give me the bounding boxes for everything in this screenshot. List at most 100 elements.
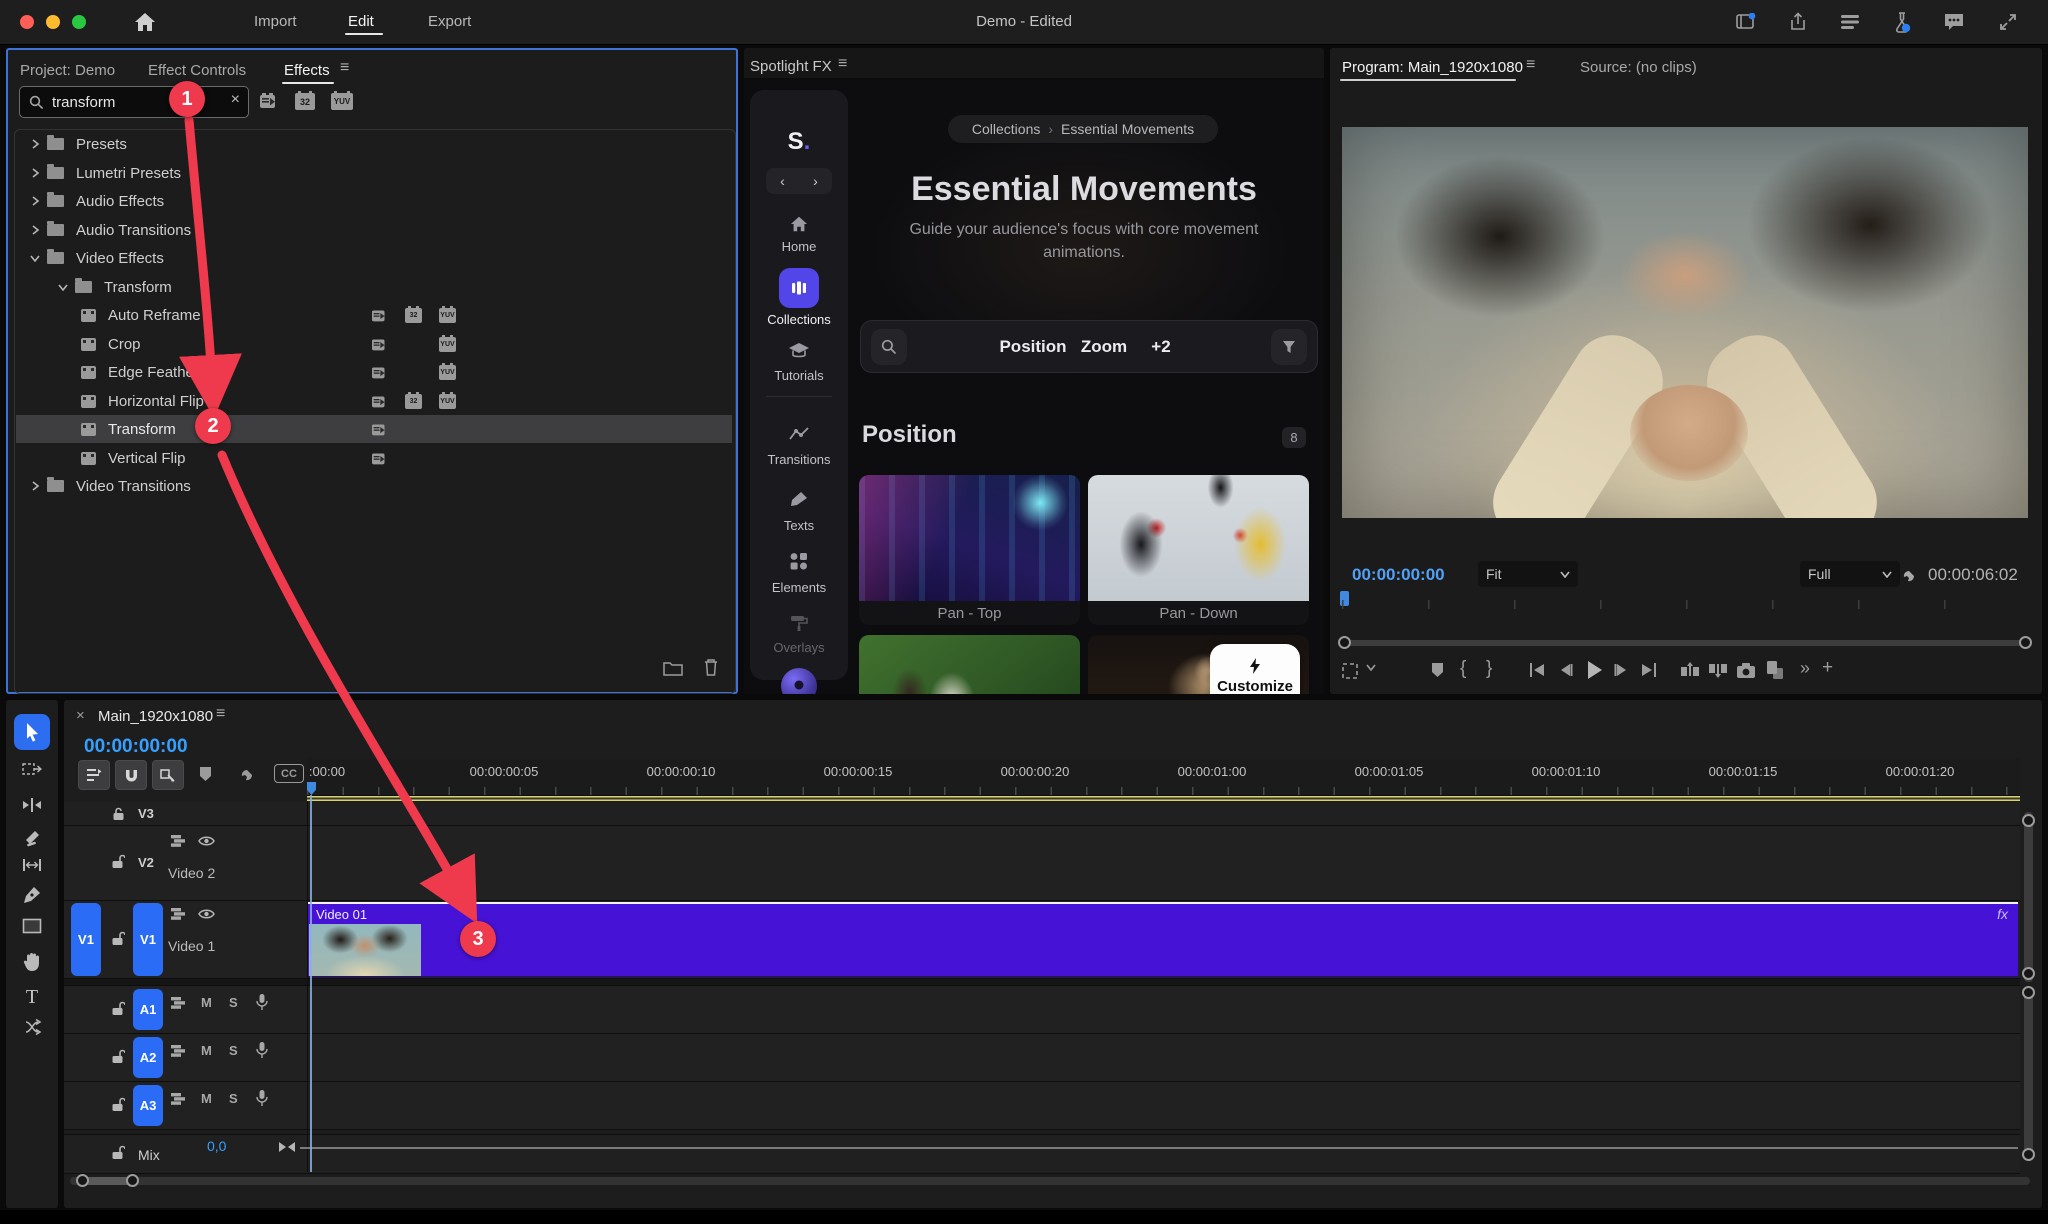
sidebar-item-home[interactable]: Home — [750, 239, 848, 254]
program-timecode-current[interactable]: 00:00:00:00 — [1352, 565, 1445, 585]
timeline-settings-wrench-icon[interactable] — [234, 762, 256, 784]
scrollbar-knob[interactable] — [1338, 636, 1351, 649]
tab-program[interactable]: Program: Main_1920x1080 — [1342, 59, 1523, 76]
chevron-right-icon[interactable] — [23, 481, 47, 491]
safe-margins-icon[interactable] — [1338, 660, 1362, 682]
chevron-down-icon[interactable] — [51, 283, 75, 292]
track-target-v1[interactable]: V1 — [133, 903, 163, 976]
slip-tool[interactable] — [6, 858, 58, 872]
chip-zoom[interactable]: Zoom — [1081, 337, 1127, 357]
overlays-icon[interactable] — [750, 614, 848, 632]
unlock-icon[interactable] — [110, 853, 126, 870]
nest-toggle-button[interactable] — [78, 760, 110, 790]
solo-button[interactable]: S — [229, 1043, 238, 1058]
unlock-icon[interactable] — [110, 930, 126, 947]
preset-card-pan-down[interactable]: Pan - Down — [1088, 475, 1309, 625]
new-bin-icon[interactable] — [663, 660, 683, 676]
customize-button[interactable]: Customize — [1210, 644, 1300, 694]
sync-lock-icon[interactable] — [169, 833, 187, 848]
scrollbar-knob[interactable] — [2022, 1148, 2035, 1161]
program-zoom-scrollbar[interactable] — [1344, 640, 2026, 646]
sequence-tab[interactable]: Main_1920x1080 — [98, 708, 213, 725]
fit-dropdown[interactable]: Fit — [1478, 561, 1578, 587]
tree-item-lumetri-presets[interactable]: Lumetri Presets — [23, 159, 725, 187]
track-target-a1[interactable]: A1 — [133, 989, 163, 1030]
video-v-scrollbar[interactable] — [2024, 812, 2033, 982]
home-icon[interactable] — [750, 215, 848, 233]
panel-menu-icon[interactable]: ≡ — [216, 705, 225, 723]
remix-tool[interactable] — [6, 1018, 58, 1036]
lock-icon[interactable] — [110, 806, 126, 822]
solo-button[interactable]: S — [229, 995, 238, 1010]
delete-icon[interactable] — [703, 658, 719, 676]
scrollbar-knob[interactable] — [2022, 814, 2035, 827]
track-select-forward-tool[interactable] — [6, 760, 58, 778]
track-row-a3[interactable] — [64, 1082, 2020, 1130]
clear-search-icon[interactable]: × — [231, 91, 240, 109]
nav-back-button[interactable]: ‹ — [766, 168, 800, 194]
track-label-mix[interactable]: Mix — [138, 1147, 160, 1163]
accelerated-effects-filter-icon[interactable] — [258, 91, 280, 111]
mix-gain-value[interactable]: 0,0 — [207, 1138, 226, 1154]
hand-tool[interactable] — [6, 952, 58, 972]
track-row-a1[interactable] — [64, 986, 2020, 1034]
track-name-video1[interactable]: Video 1 — [168, 938, 215, 954]
breadcrumb[interactable]: Collections › Essential Movements — [948, 115, 1218, 143]
sidebar-item-overlays[interactable]: Overlays — [750, 640, 848, 655]
tab-source[interactable]: Source: (no clips) — [1580, 59, 1697, 76]
nav-forward-button[interactable]: › — [799, 168, 832, 194]
preset-card-bottom-left[interactable] — [859, 635, 1080, 694]
chevron-down-icon[interactable] — [1366, 664, 1376, 671]
mute-button[interactable]: M — [201, 1043, 212, 1058]
selection-tool[interactable] — [6, 722, 58, 742]
track-row-v2[interactable] — [64, 826, 2020, 901]
step-back-icon[interactable] — [1555, 660, 1577, 680]
timeline-clip-video01[interactable]: Video 01 fx — [308, 902, 2018, 977]
tree-item-audio-transitions[interactable]: Audio Transitions — [23, 216, 725, 244]
32bit-filter-icon[interactable]: 32 — [295, 91, 315, 110]
collections-icon[interactable] — [779, 268, 819, 308]
sync-lock-icon[interactable] — [169, 1043, 187, 1058]
track-target-a3[interactable]: A3 — [133, 1085, 163, 1126]
sync-lock-icon[interactable] — [169, 1091, 187, 1106]
breadcrumb-parent[interactable]: Collections — [972, 121, 1040, 137]
chevron-right-icon[interactable] — [23, 168, 47, 178]
tab-project[interactable]: Project: Demo — [20, 62, 115, 79]
track-name-video2[interactable]: Video 2 — [168, 865, 215, 881]
quality-dropdown[interactable]: Full — [1800, 561, 1900, 587]
source-patch-v1[interactable]: V1 — [71, 903, 101, 976]
captions-icon[interactable]: CC — [274, 764, 304, 783]
texts-icon[interactable] — [750, 490, 848, 508]
tutorials-icon[interactable] — [750, 342, 848, 360]
keyframe-toggle-icon[interactable] — [277, 1140, 297, 1154]
tab-spotlight-fx[interactable]: Spotlight FX — [750, 58, 832, 75]
unlock-icon[interactable] — [110, 1144, 126, 1161]
razor-tool[interactable] — [6, 830, 58, 848]
lift-icon[interactable] — [1678, 660, 1702, 680]
tree-item-transform-folder[interactable]: Transform — [23, 273, 725, 301]
scrollbar-knob[interactable] — [126, 1174, 139, 1187]
unlock-icon[interactable] — [110, 1096, 126, 1113]
solo-button[interactable]: S — [229, 1091, 238, 1106]
linked-selection-button[interactable] — [152, 760, 184, 790]
chip-more[interactable]: +2 — [1151, 337, 1170, 357]
rectangle-tool[interactable] — [6, 918, 58, 934]
tab-effects[interactable]: Effects — [284, 62, 330, 79]
beta-flask-icon[interactable] — [1890, 10, 1914, 34]
mic-icon[interactable] — [254, 992, 270, 1012]
go-to-in-icon[interactable] — [1526, 660, 1548, 680]
workspaces-menu-icon[interactable] — [1838, 12, 1862, 32]
mark-out-icon[interactable]: } — [1486, 658, 1492, 680]
scrollbar-knob[interactable] — [2022, 986, 2035, 999]
unlock-icon[interactable] — [110, 1000, 126, 1017]
mic-icon[interactable] — [254, 1040, 270, 1060]
scrollbar-knob[interactable] — [2019, 636, 2032, 649]
sidebar-item-collections[interactable]: Collections — [750, 312, 848, 327]
chevron-right-icon[interactable] — [23, 225, 47, 235]
extract-icon[interactable] — [1706, 660, 1730, 680]
export-frame-icon[interactable] — [1734, 660, 1758, 680]
eye-icon[interactable] — [196, 906, 216, 921]
ripple-edit-tool[interactable] — [6, 797, 58, 813]
unlock-icon[interactable] — [110, 1048, 126, 1065]
chip-position[interactable]: Position — [999, 337, 1066, 357]
